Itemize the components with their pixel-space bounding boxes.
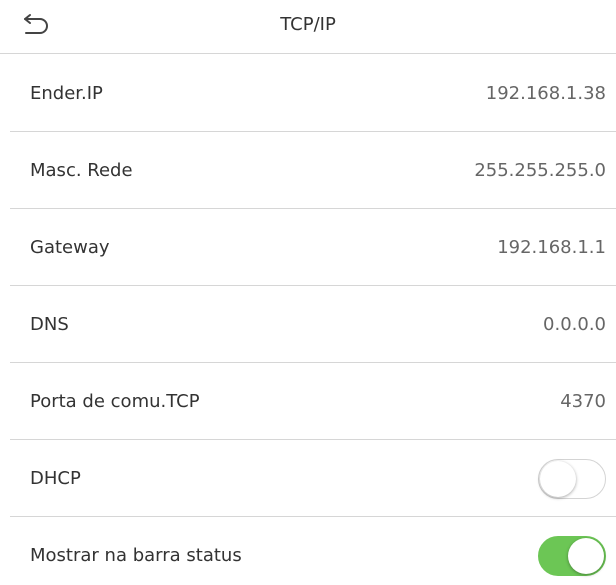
- row-dhcp[interactable]: DHCP: [10, 440, 616, 517]
- toggle-knob: [540, 461, 576, 497]
- toggle-knob: [568, 538, 604, 574]
- gateway-value: 192.168.1.1: [497, 236, 606, 258]
- subnet-mask-label: Masc. Rede: [30, 159, 133, 181]
- show-status-bar-label: Mostrar na barra status: [30, 545, 242, 566]
- gateway-label: Gateway: [30, 236, 110, 258]
- tcp-port-label: Porta de comu.TCP: [30, 390, 200, 412]
- ip-address-value: 192.168.1.38: [485, 82, 606, 104]
- dns-label: DNS: [30, 313, 69, 335]
- header-bar: TCP/IP: [0, 0, 616, 54]
- tcp-port-value: 4370: [560, 390, 606, 412]
- row-subnet-mask[interactable]: Masc. Rede 255.255.255.0: [10, 132, 616, 209]
- show-status-bar-toggle[interactable]: [538, 536, 606, 576]
- dhcp-toggle[interactable]: [538, 459, 606, 499]
- dhcp-label: DHCP: [30, 467, 81, 489]
- row-tcp-port[interactable]: Porta de comu.TCP 4370: [10, 363, 616, 440]
- subnet-mask-value: 255.255.255.0: [474, 159, 606, 181]
- row-ip-address[interactable]: Ender.IP 192.168.1.38: [10, 55, 616, 132]
- row-show-status-bar[interactable]: Mostrar na barra status: [10, 517, 616, 585]
- dns-value: 0.0.0.0: [543, 313, 606, 335]
- row-gateway[interactable]: Gateway 192.168.1.1: [10, 209, 616, 286]
- ip-address-label: Ender.IP: [30, 82, 103, 104]
- page-title: TCP/IP: [280, 14, 336, 35]
- row-dns[interactable]: DNS 0.0.0.0: [10, 286, 616, 363]
